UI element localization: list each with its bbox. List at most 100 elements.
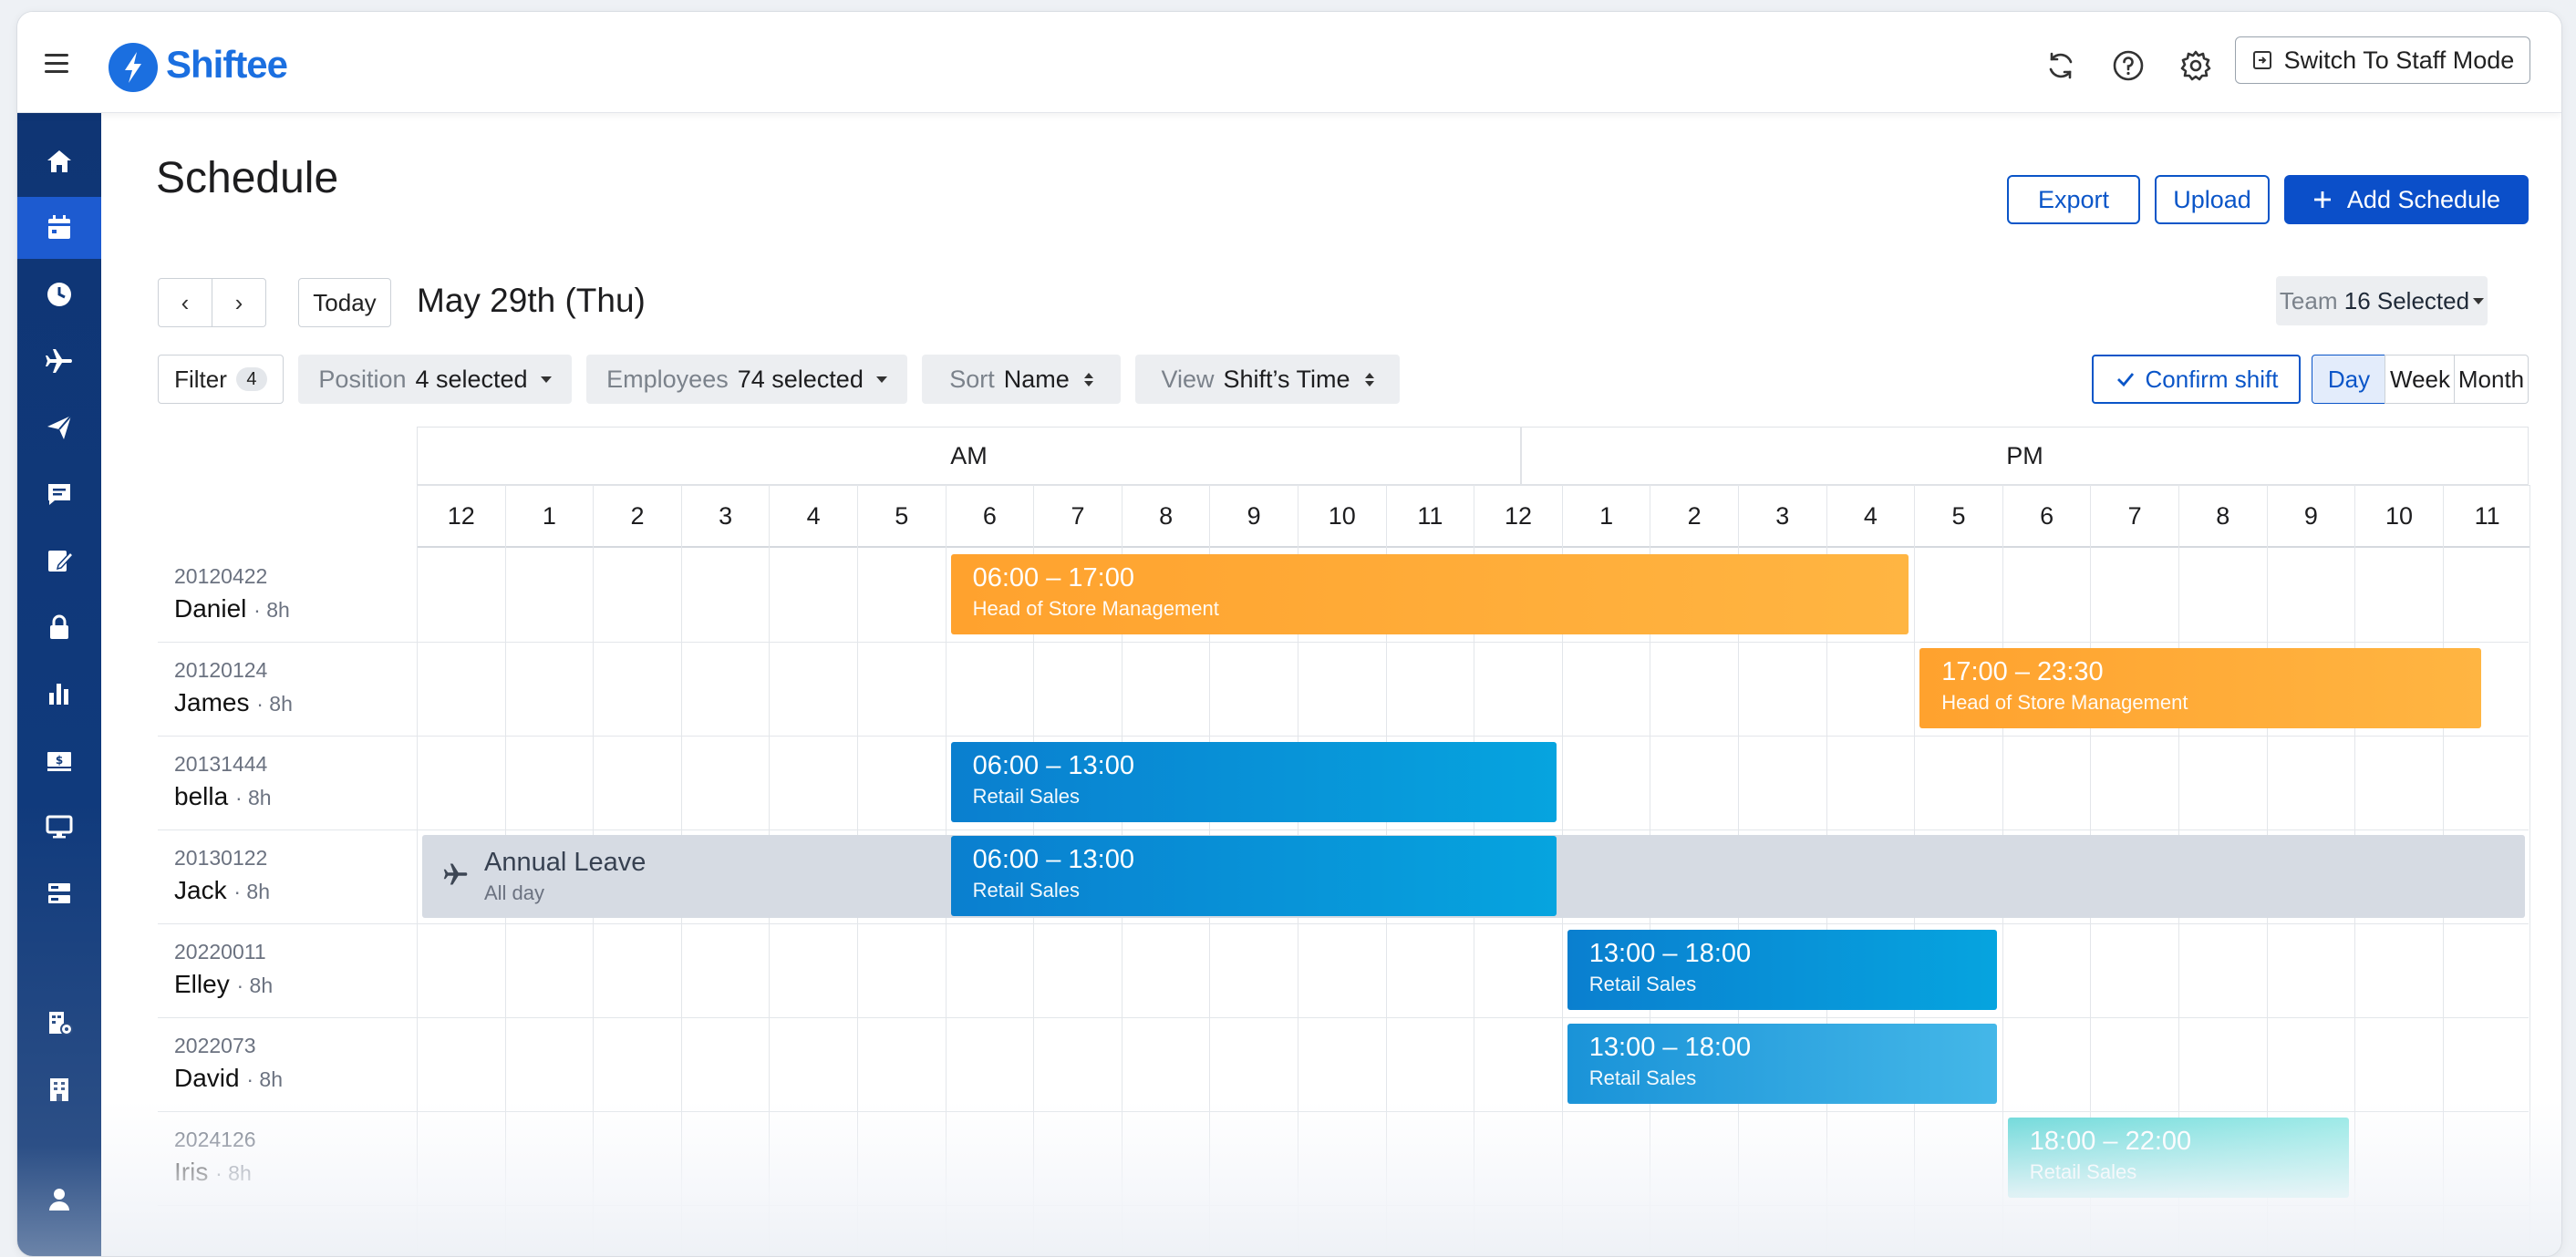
payroll-icon: $ <box>47 752 71 771</box>
export-button[interactable]: Export <box>2007 175 2140 224</box>
employee-name[interactable]: Elley <box>174 970 230 998</box>
team-label: Team <box>2279 286 2338 314</box>
confirm-shift-button[interactable]: Confirm shift <box>2092 355 2301 404</box>
chevron-right-icon: › <box>234 288 243 316</box>
chevron-down-icon <box>540 376 552 383</box>
shift-position: Retail Sales <box>1588 973 1697 995</box>
hour-label: 8 <box>2178 485 2267 548</box>
airplane-icon <box>443 863 468 885</box>
sidebar-item-messages[interactable] <box>17 463 101 525</box>
employee-name-line: David · 8h <box>174 1064 283 1093</box>
sidebar-item-schedule[interactable] <box>17 197 101 259</box>
view-value: Shift’s Time <box>1223 365 1350 393</box>
user-icon <box>49 1189 69 1211</box>
help-icon[interactable] <box>2111 48 2146 83</box>
filter-button[interactable]: Filter 4 <box>158 355 284 404</box>
sidebar-item-home[interactable] <box>17 130 101 192</box>
employee-name-line: Jack · 8h <box>174 876 270 905</box>
next-day-button[interactable]: › <box>212 278 266 327</box>
employee-name-line: Daniel · 8h <box>174 594 290 623</box>
sidebar-item-attendance[interactable] <box>17 263 101 325</box>
settings-gear-icon[interactable] <box>2178 48 2213 83</box>
shift-block[interactable]: 06:00 – 13:00 Retail Sales <box>950 742 1557 822</box>
hour-label: 7 <box>2090 485 2178 548</box>
shift-block[interactable]: 06:00 – 13:00 Retail Sales <box>950 836 1557 916</box>
employees-filter[interactable]: Employees 74 selected <box>586 355 907 404</box>
sidebar-item-payroll[interactable]: $ <box>17 729 101 791</box>
employee-name[interactable]: bella <box>174 782 228 810</box>
employee-name-line: Elley · 8h <box>174 970 273 999</box>
sort-selector[interactable]: Sort Name <box>922 355 1121 404</box>
sidebar-item-leave[interactable] <box>17 330 101 392</box>
today-button[interactable]: Today <box>298 278 391 327</box>
view-mode-month[interactable]: Month <box>2454 355 2529 404</box>
main-content: Schedule Export Upload Add Schedule ‹ › … <box>101 112 2561 1256</box>
app-window: Shiftee Switch To Staff Mode $ Schedule … <box>16 11 2562 1257</box>
employee-hours: · 8h <box>234 786 272 809</box>
shiftee-logo-icon <box>109 43 158 92</box>
sidebar-nav: $ <box>17 112 101 1256</box>
shift-block[interactable]: 06:00 – 17:00 Head of Store Management <box>950 554 1909 634</box>
employee-name[interactable]: Daniel <box>174 594 246 623</box>
hour-label: 12 <box>417 485 505 548</box>
sidebar-item-requests[interactable] <box>17 397 101 458</box>
sidebar-item-analytics[interactable] <box>17 663 101 725</box>
switch-staff-mode-button[interactable]: Switch To Staff Mode <box>2235 36 2530 84</box>
table-row[interactable]: 2022073 David · 8h <box>158 1017 2529 1112</box>
message-icon <box>48 484 70 505</box>
shift-position: Retail Sales <box>972 879 1080 902</box>
view-mode-day[interactable]: Day <box>2312 355 2386 404</box>
shift-block[interactable]: 17:00 – 23:30 Head of Store Management <box>1919 648 2482 728</box>
employee-name[interactable]: Iris <box>174 1158 208 1186</box>
sidebar-item-data[interactable] <box>17 862 101 924</box>
employee-label: 20130122 Jack · 8h <box>174 846 270 905</box>
add-schedule-button[interactable]: Add Schedule <box>2284 175 2529 224</box>
shift-block[interactable]: 13:00 – 18:00 Retail Sales <box>1567 1024 1997 1104</box>
shift-time: 18:00 – 22:00 <box>2029 1127 2192 1156</box>
view-selector[interactable]: View Shift’s Time <box>1135 355 1400 404</box>
employee-label: 20131444 bella · 8h <box>174 752 272 811</box>
lock-icon <box>50 614 68 639</box>
hour-label: 3 <box>1738 485 1826 548</box>
table-row[interactable]: 20220011 Elley · 8h <box>158 923 2529 1018</box>
employee-label: 20220011 Elley · 8h <box>174 940 273 999</box>
hour-label: 1 <box>1561 485 1650 548</box>
team-selector[interactable]: Team 16 Selected <box>2276 276 2488 325</box>
employee-label: 20120124 James · 8h <box>174 658 293 717</box>
hamburger-menu-icon[interactable] <box>45 54 68 74</box>
hour-label: 11 <box>2442 485 2531 548</box>
sidebar-item-workplaces[interactable] <box>17 1058 101 1120</box>
view-updown-icon <box>1364 372 1374 386</box>
employee-id: 20130122 <box>174 846 268 870</box>
prev-day-button[interactable]: ‹ <box>158 278 212 327</box>
hour-label: 2 <box>593 485 681 548</box>
sidebar-item-devices[interactable] <box>17 796 101 858</box>
view-mode-week[interactable]: Week <box>2385 355 2456 404</box>
plus-icon <box>2313 191 2331 208</box>
hour-label: 5 <box>1914 485 2002 548</box>
hour-label: 9 <box>2266 485 2355 548</box>
employee-id: 2024126 <box>174 1128 256 1151</box>
employee-name[interactable]: David <box>174 1064 240 1092</box>
shiftee-logo-text[interactable]: Shiftee <box>166 43 288 87</box>
shift-time: 06:00 – 13:00 <box>972 751 1134 780</box>
employee-id: 20131444 <box>174 752 268 776</box>
sidebar-item-company-settings[interactable] <box>17 992 101 1054</box>
sidebar-item-security[interactable] <box>17 596 101 658</box>
position-filter[interactable]: Position 4 selected <box>298 355 572 404</box>
hour-grid-line <box>2529 485 2531 1256</box>
upload-button[interactable]: Upload <box>2155 175 2270 224</box>
paper-plane-icon <box>47 415 72 439</box>
refresh-icon[interactable] <box>2043 48 2078 83</box>
employee-hours: · 8h <box>256 692 293 716</box>
sidebar-item-profile[interactable] <box>17 1168 101 1230</box>
shift-block[interactable]: 18:00 – 22:00 Retail Sales <box>2007 1118 2350 1198</box>
chevron-down-icon <box>2473 297 2485 304</box>
pm-period-header: PM <box>1521 427 2529 485</box>
sidebar-item-reports[interactable] <box>17 530 101 592</box>
employee-name[interactable]: James <box>174 688 249 716</box>
employee-name[interactable]: Jack <box>174 876 227 904</box>
shift-block[interactable]: 13:00 – 18:00 Retail Sales <box>1567 930 1997 1010</box>
employee-id: 2022073 <box>174 1034 256 1057</box>
employee-label: 2022073 David · 8h <box>174 1034 283 1093</box>
